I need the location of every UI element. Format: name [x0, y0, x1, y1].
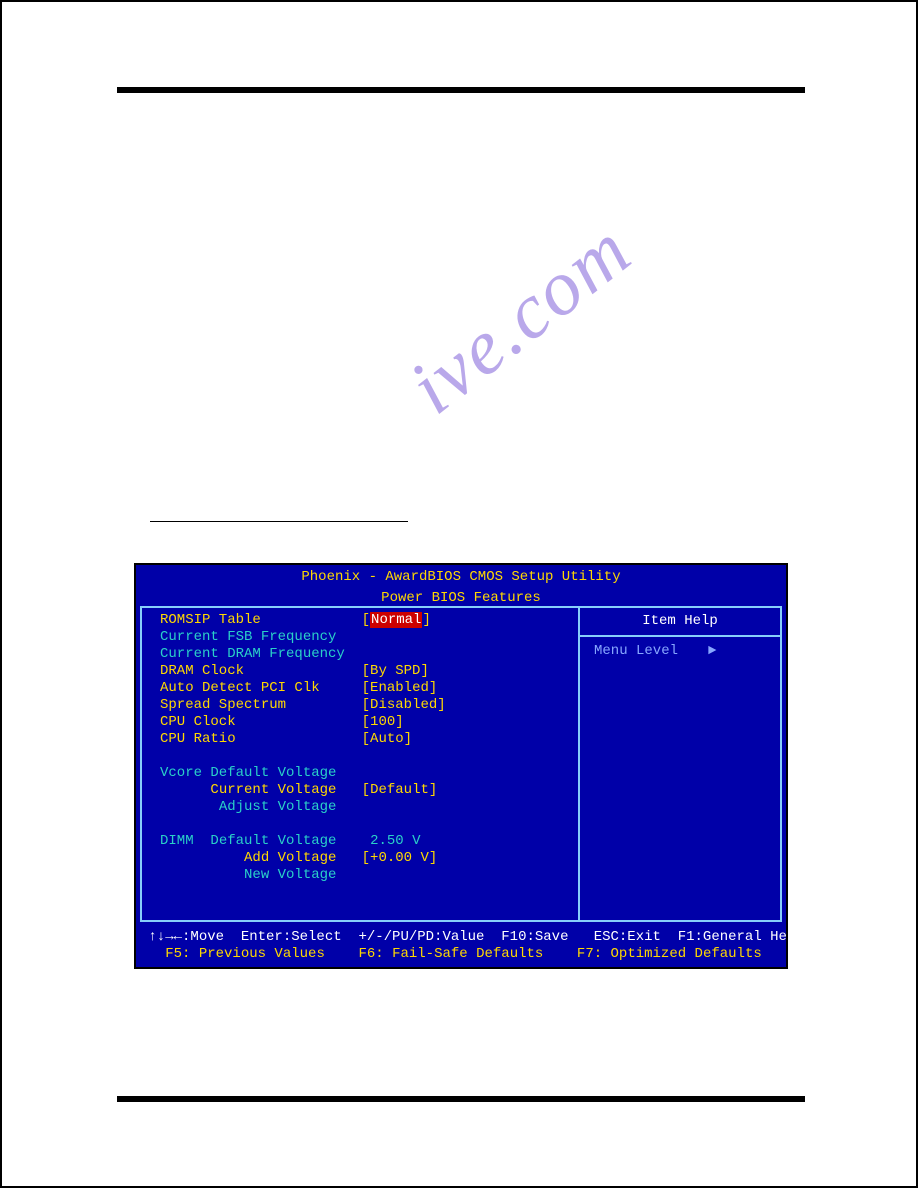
setting-vcore-adjust: Adjust Voltage — [160, 799, 578, 816]
romsip-label: ROMSIP Table — [160, 612, 261, 628]
bios-title-line1: Phoenix - AwardBIOS CMOS Setup Utility — [136, 565, 786, 586]
auto-pci-label: Auto Detect PCI Clk — [160, 680, 320, 696]
setting-cpu-ratio[interactable]: CPU Ratio [Auto] — [160, 731, 578, 748]
blank-row-2 — [160, 816, 578, 833]
help-menu-level: Menu Level► — [580, 643, 780, 660]
page-frame: ive.com Phoenix - AwardBIOS CMOS Setup U… — [0, 0, 918, 1188]
setting-vcore-default: Vcore Default Voltage — [160, 765, 578, 782]
spread-value: [Disabled] — [362, 697, 446, 713]
footer-line-2: F5: Previous Values F6: Fail-Safe Defaul… — [140, 946, 782, 963]
setting-fsb-freq: Current FSB Frequency — [160, 629, 578, 646]
cpu-clock-value: [100] — [362, 714, 404, 730]
setting-dimm-new: New Voltage — [160, 867, 578, 884]
auto-pci-value: [Enabled] — [362, 680, 438, 696]
spread-label: Spread Spectrum — [160, 697, 286, 713]
vcore-current-label: Current Voltage — [210, 782, 336, 798]
cpu-ratio-value: [Auto] — [362, 731, 412, 747]
help-title: Item Help — [580, 608, 780, 635]
dram-clock-label: DRAM Clock — [160, 663, 244, 679]
triangle-right-icon: ► — [708, 643, 716, 660]
setting-dimm-default: DIMM Default Voltage 2.50 V — [160, 833, 578, 850]
setting-dimm-add[interactable]: Add Voltage [+0.00 V] — [160, 850, 578, 867]
vcore-current-value: [Default] — [362, 782, 438, 798]
dimm-add-label: Add Voltage — [244, 850, 336, 866]
bios-settings-panel: ROMSIP Table [Normal] Current FSB Freque… — [160, 612, 578, 884]
setting-spread[interactable]: Spread Spectrum [Disabled] — [160, 697, 578, 714]
setting-vcore-current[interactable]: Current Voltage [Default] — [160, 782, 578, 799]
setting-cpu-clock[interactable]: CPU Clock [100] — [160, 714, 578, 731]
bios-footer: ↑↓→←:Move Enter:Select +/-/PU/PD:Value F… — [140, 929, 782, 963]
watermark-text: ive.com — [397, 210, 643, 425]
setting-auto-pci[interactable]: Auto Detect PCI Clk [Enabled] — [160, 680, 578, 697]
bios-inner-frame: ROMSIP Table [Normal] Current FSB Freque… — [140, 606, 782, 922]
bottom-horizontal-rule — [117, 1096, 805, 1102]
blank-row-1 — [160, 748, 578, 765]
top-horizontal-rule — [117, 87, 805, 93]
bios-title-line2: Power BIOS Features — [136, 586, 786, 607]
bios-help-panel: Item Help Menu Level► — [580, 608, 780, 660]
cpu-ratio-label: CPU Ratio — [160, 731, 236, 747]
setting-romsip[interactable]: ROMSIP Table [Normal] — [160, 612, 578, 629]
bios-screenshot: Phoenix - AwardBIOS CMOS Setup Utility P… — [134, 563, 788, 969]
help-separator — [580, 635, 780, 637]
section-underline — [150, 521, 408, 522]
footer-line-1: ↑↓→←:Move Enter:Select +/-/PU/PD:Value F… — [140, 929, 782, 946]
setting-dram-clock[interactable]: DRAM Clock [By SPD] — [160, 663, 578, 680]
dimm-add-value: [+0.00 V] — [362, 850, 438, 866]
romsip-value: Normal — [370, 612, 422, 628]
dram-clock-value: [By SPD] — [362, 663, 429, 679]
cpu-clock-label: CPU Clock — [160, 714, 236, 730]
setting-dram-freq: Current DRAM Frequency — [160, 646, 578, 663]
